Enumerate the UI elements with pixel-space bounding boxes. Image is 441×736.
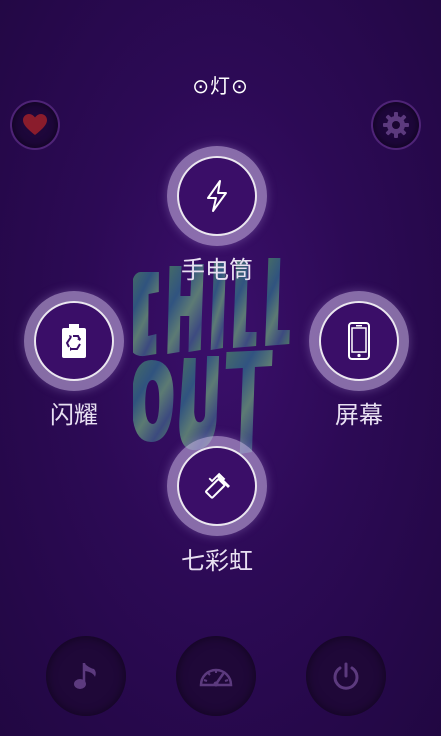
speedometer-icon bbox=[199, 668, 233, 687]
rainbow-mode-label: 七彩虹 bbox=[181, 547, 253, 575]
flash-mode-label: 闪耀 bbox=[50, 401, 98, 429]
screen-mode-inner bbox=[319, 301, 399, 381]
recycle-battery-icon bbox=[62, 324, 86, 358]
power-icon bbox=[333, 662, 359, 690]
flashlight-mode-label: 手电筒 bbox=[181, 256, 253, 284]
phone-icon bbox=[348, 322, 370, 360]
power-button[interactable] bbox=[306, 636, 386, 716]
app-title: ⊙灯⊙ bbox=[192, 74, 249, 98]
paint-roller-icon bbox=[205, 472, 230, 499]
music-note-icon bbox=[74, 663, 96, 689]
settings-button[interactable] bbox=[371, 100, 421, 150]
screen-mode-label: 屏幕 bbox=[335, 401, 383, 429]
app-screen: ⊙灯⊙ 手电筒 闪耀 屏幕 七彩虹 bbox=[0, 0, 441, 736]
favorite-button[interactable] bbox=[10, 100, 60, 150]
lightning-icon bbox=[207, 180, 227, 212]
heart-icon bbox=[23, 114, 47, 135]
screen-mode-button[interactable] bbox=[309, 291, 409, 391]
flashlight-mode-button[interactable] bbox=[167, 146, 267, 246]
flash-mode-button[interactable] bbox=[24, 291, 124, 391]
speed-button[interactable] bbox=[176, 636, 256, 716]
flash-mode-inner bbox=[34, 301, 114, 381]
flashlight-mode-inner bbox=[177, 156, 257, 236]
rainbow-mode-button[interactable] bbox=[167, 436, 267, 536]
rainbow-mode-inner bbox=[177, 446, 257, 526]
gear-icon bbox=[383, 112, 409, 138]
music-button[interactable] bbox=[46, 636, 126, 716]
